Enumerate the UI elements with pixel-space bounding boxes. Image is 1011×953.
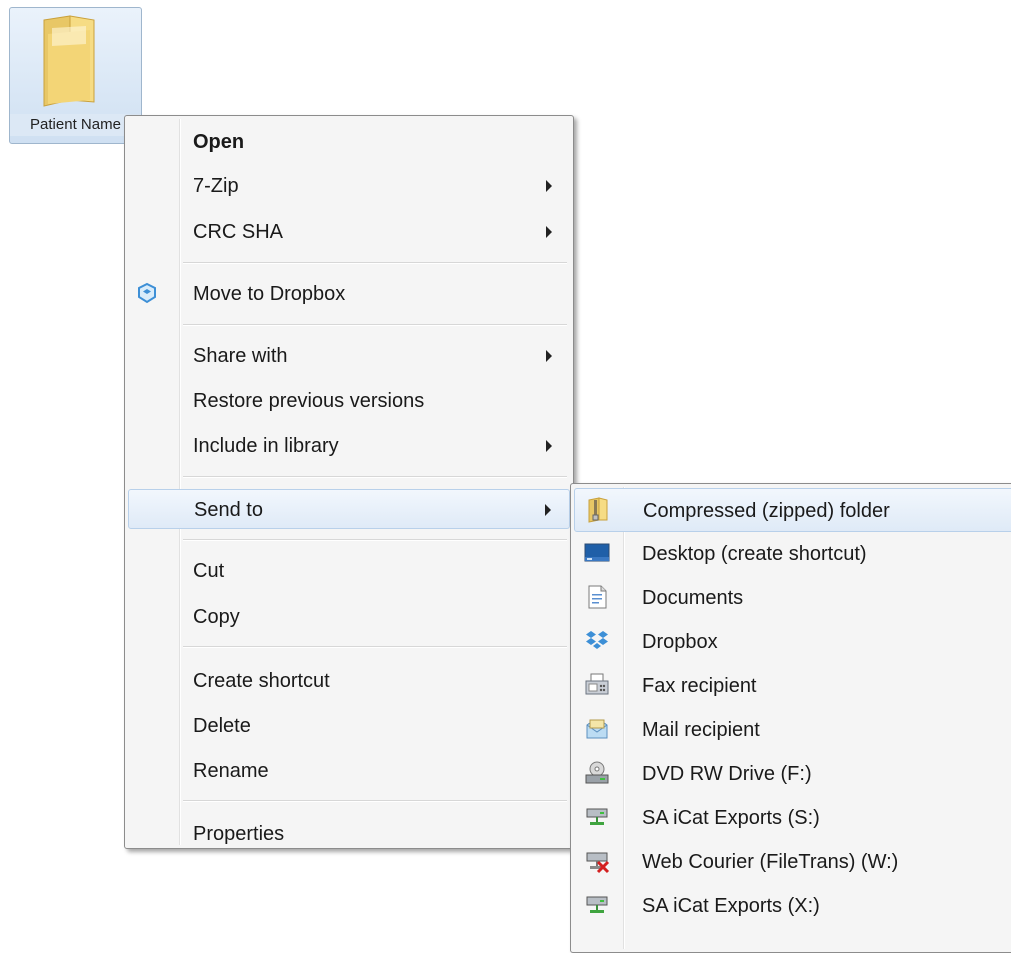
documents-icon: [588, 585, 607, 609]
menu-item-restore-previous-versions[interactable]: Restore previous versions: [128, 381, 570, 421]
network-drive-icon: [586, 896, 608, 913]
fax-icon: [585, 673, 609, 695]
desktop-icon: [584, 543, 610, 562]
dvd-drive-icon: [585, 761, 609, 784]
menu-item-properties[interactable]: Properties: [128, 814, 570, 854]
menu-item-7zip[interactable]: 7-Zip: [128, 166, 570, 206]
menu-separator: [183, 324, 567, 326]
menu-item-delete[interactable]: Delete: [128, 706, 570, 746]
menu-separator: [183, 539, 567, 541]
sendto-item-fax-recipient[interactable]: Fax recipient: [574, 664, 1011, 708]
menu-separator: [183, 646, 567, 648]
context-menu: Open 7-Zip CRC SHA Move to Dropbox Share…: [124, 115, 574, 849]
menu-separator: [183, 476, 567, 478]
dropbox-icon: [586, 631, 608, 649]
submenu-arrow-icon: [546, 350, 552, 362]
folder-icon: [43, 15, 95, 107]
network-drive-icon: [586, 808, 608, 825]
menu-item-include-in-library[interactable]: Include in library: [128, 426, 570, 466]
disconnected-drive-icon: [586, 852, 610, 874]
menu-item-create-shortcut[interactable]: Create shortcut: [128, 661, 570, 701]
submenu-arrow-icon: [546, 226, 552, 238]
menu-separator: [183, 262, 567, 264]
zip-folder-icon: [588, 497, 608, 523]
sendto-item-mail-recipient[interactable]: Mail recipient: [574, 708, 1011, 752]
submenu-arrow-icon: [546, 440, 552, 452]
sendto-item-dvd-rw-drive[interactable]: DVD RW Drive (F:): [574, 752, 1011, 796]
dropbox-icon: [138, 282, 156, 304]
menu-item-cut[interactable]: Cut: [128, 551, 570, 591]
menu-separator: [183, 800, 567, 802]
mail-icon: [586, 719, 608, 739]
menu-item-share-with[interactable]: Share with: [128, 336, 570, 376]
menu-item-send-to[interactable]: Send to: [128, 489, 570, 529]
folder-name-label: Patient Name: [10, 114, 141, 136]
submenu-arrow-icon: [545, 504, 551, 516]
sendto-item-sa-icat-exports-x[interactable]: SA iCat Exports (X:): [574, 884, 1011, 928]
sendto-item-desktop[interactable]: Desktop (create shortcut): [574, 532, 1011, 576]
sendto-item-web-courier[interactable]: Web Courier (FileTrans) (W:): [574, 840, 1011, 884]
menu-item-crc-sha[interactable]: CRC SHA: [128, 212, 570, 252]
submenu-arrow-icon: [546, 180, 552, 192]
sendto-item-documents[interactable]: Documents: [574, 576, 1011, 620]
sendto-item-sa-icat-exports-s[interactable]: SA iCat Exports (S:): [574, 796, 1011, 840]
menu-item-copy[interactable]: Copy: [128, 597, 570, 637]
menu-item-open[interactable]: Open: [128, 122, 570, 162]
sendto-item-dropbox[interactable]: Dropbox: [574, 620, 1011, 664]
send-to-submenu: Compressed (zipped) folder Desktop (crea…: [570, 483, 1011, 953]
menu-item-rename[interactable]: Rename: [128, 751, 570, 791]
folder-tile[interactable]: Patient Name: [9, 7, 142, 144]
menu-item-move-to-dropbox[interactable]: Move to Dropbox: [128, 274, 570, 314]
sendto-item-compressed-folder[interactable]: Compressed (zipped) folder: [574, 488, 1011, 532]
